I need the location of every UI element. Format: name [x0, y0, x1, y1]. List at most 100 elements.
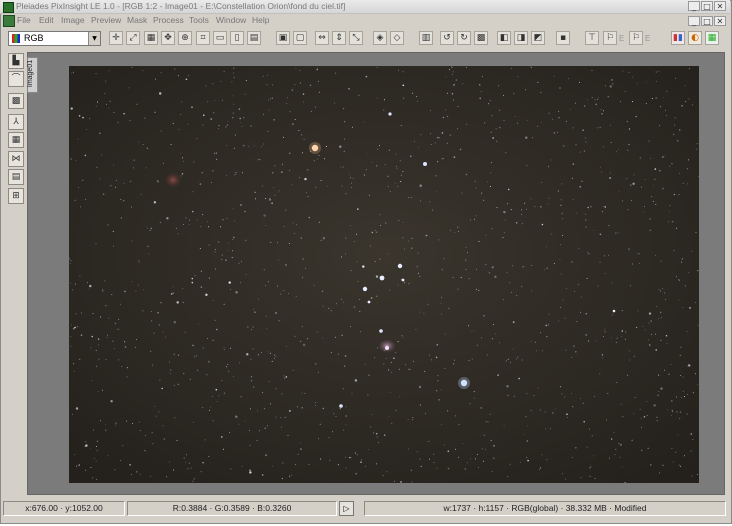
stack-icon[interactable]: ▪ [556, 31, 570, 45]
faint-star [451, 92, 454, 95]
histogram-icon[interactable]: ▮▮ [671, 31, 685, 45]
faint-star [223, 392, 225, 394]
layer-icon-3[interactable]: ◩ [531, 31, 545, 45]
chevron-down-icon[interactable]: ▼ [88, 32, 100, 45]
page-icon[interactable]: ▯ [230, 31, 244, 45]
faint-star [350, 457, 352, 458]
rotate-right-icon[interactable]: ↻ [457, 31, 471, 45]
rotate-left-icon[interactable]: ↺ [440, 31, 454, 45]
faint-star [479, 97, 482, 100]
faint-star [124, 290, 126, 293]
image-tab-label: Image01 [27, 59, 35, 88]
faint-star [533, 395, 535, 396]
menu-tools[interactable]: Tools [189, 15, 209, 25]
pin-icon[interactable]: ⊤ [585, 31, 599, 45]
faint-star [154, 111, 156, 113]
curves-tool-icon[interactable]: ⌒ [8, 71, 24, 87]
zoom-icon[interactable]: ⤢ [126, 31, 140, 45]
fit-height-icon[interactable]: ⇕ [332, 31, 346, 45]
faint-star [443, 258, 445, 260]
filter-tool-icon[interactable]: ▦ [8, 132, 24, 148]
faint-star [362, 265, 365, 268]
menu-mask[interactable]: Mask [127, 15, 147, 25]
app-icon[interactable] [3, 2, 14, 13]
mdi-minimize-button[interactable]: _ [688, 16, 700, 26]
play-button[interactable]: ▷ [339, 501, 354, 516]
faint-star [199, 183, 202, 185]
faint-star [496, 140, 498, 142]
faint-star [183, 373, 185, 375]
faint-star [285, 209, 287, 211]
crosshair-icon[interactable]: ✛ [109, 31, 123, 45]
faint-star [254, 191, 256, 193]
frame-icon-2[interactable]: ▢ [293, 31, 307, 45]
select-icon[interactable]: ▭ [213, 31, 227, 45]
minimize-button[interactable]: _ [688, 1, 700, 11]
menu-file[interactable]: File [17, 15, 31, 25]
faint-star [216, 328, 218, 331]
fit-icon[interactable]: ⤡ [349, 31, 363, 45]
faint-star [465, 173, 468, 176]
faint-star [626, 178, 628, 180]
color-space-select[interactable]: RGB ▼ [8, 31, 101, 46]
faint-star [580, 477, 582, 479]
faint-star [138, 141, 140, 143]
flip-icon[interactable]: ▩ [474, 31, 488, 45]
faint-star [688, 98, 690, 100]
zoom-fit-icon[interactable]: ▦ [144, 31, 158, 45]
faint-star [270, 98, 271, 100]
faint-star [410, 247, 413, 249]
faint-star [250, 358, 252, 360]
faint-star [222, 448, 224, 450]
menu-edit[interactable]: Edit [39, 15, 54, 25]
transform-tool-icon[interactable]: ⊞ [8, 188, 24, 204]
menu-preview[interactable]: Preview [91, 15, 121, 25]
menu-window[interactable]: Window [216, 15, 246, 25]
faint-star [402, 237, 404, 239]
faint-star [330, 352, 332, 354]
mdi-restore-button[interactable]: □ [701, 16, 713, 26]
faint-star [565, 478, 566, 480]
faint-star [273, 119, 275, 121]
channels-icon[interactable]: ▦ [705, 31, 719, 45]
clipboard-icon[interactable]: ▥ [419, 31, 433, 45]
pan-icon[interactable]: ⊕ [178, 31, 192, 45]
noise-tool-icon[interactable]: ▩ [8, 93, 24, 109]
levels-tool-icon[interactable]: ▤ [8, 169, 24, 185]
crop-icon[interactable]: ⌗ [196, 31, 210, 45]
menu-help[interactable]: Help [252, 15, 269, 25]
faint-star [425, 413, 426, 415]
fit-width-icon[interactable]: ⇔ [315, 31, 329, 45]
document-icon[interactable] [3, 15, 15, 27]
faint-star [437, 161, 439, 163]
image-view[interactable] [69, 66, 699, 483]
layer-icon[interactable]: ◧ [497, 31, 511, 45]
faint-star [118, 328, 120, 330]
wavelet-tool-icon[interactable]: ⋈ [8, 151, 24, 167]
layer-icon-2[interactable]: ◨ [514, 31, 528, 45]
zoom-in-icon[interactable]: ◈ [373, 31, 387, 45]
faint-star [405, 364, 406, 366]
mdi-close-button[interactable]: ✕ [714, 16, 726, 26]
close-button[interactable]: ✕ [714, 1, 726, 11]
faint-star [518, 377, 520, 380]
document-tool-icon[interactable]: ▤ [247, 31, 261, 45]
faint-star [226, 124, 228, 126]
color-balance-icon[interactable]: ◐ [688, 31, 702, 45]
star-tool-icon[interactable]: ⅄ [8, 114, 24, 130]
faint-star [540, 92, 542, 93]
faint-star [205, 293, 208, 296]
faint-star [142, 310, 144, 312]
move-icon[interactable]: ✥ [161, 31, 175, 45]
faint-star [300, 340, 302, 342]
flag-icon-2[interactable]: ⚐ [629, 31, 643, 45]
frame-icon[interactable]: ▣ [276, 31, 290, 45]
histogram-tool-icon[interactable]: ▙ [8, 53, 24, 69]
image-tab[interactable]: Image01 [27, 57, 38, 93]
zoom-out-icon[interactable]: ◇ [390, 31, 404, 45]
faint-star [560, 199, 562, 201]
menu-process[interactable]: Process [153, 15, 184, 25]
maximize-button[interactable]: □ [701, 1, 713, 11]
menu-image[interactable]: Image [61, 15, 85, 25]
flag-icon[interactable]: ⚐ [603, 31, 617, 45]
